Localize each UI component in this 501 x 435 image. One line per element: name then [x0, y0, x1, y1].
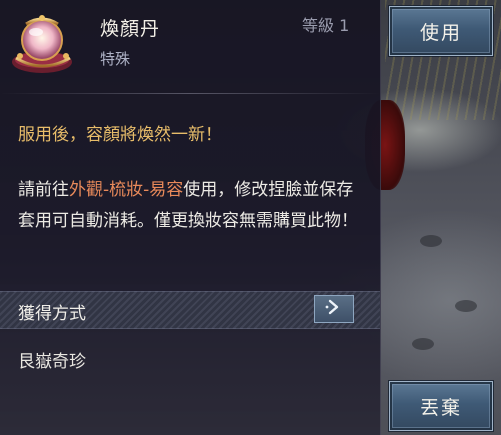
item-type: 特殊	[100, 50, 131, 68]
footprint	[420, 235, 442, 247]
description-text: 請前往	[18, 180, 69, 200]
item-level: 等級 1	[302, 16, 350, 35]
use-button[interactable]: 使用	[388, 5, 494, 57]
item-description: 請前往外觀-梳妝-易容使用，修改捏臉並保存套用可自動消耗。僅更換妝容無需購買此物…	[18, 175, 363, 237]
description-highlight-path: 外觀-梳妝-易容	[69, 180, 184, 200]
footprint	[412, 338, 434, 350]
obtain-source-text: 艮嶽奇珍	[18, 352, 86, 372]
discard-button[interactable]: 丟棄	[388, 380, 494, 432]
obtain-method-button[interactable]	[314, 295, 354, 323]
chevron-right-icon	[324, 298, 344, 320]
obtain-method-label: 獲得方式	[18, 304, 86, 324]
obtain-method-bar: 獲得方式	[0, 291, 380, 329]
pill-jar-icon	[8, 10, 78, 76]
footprint	[455, 300, 477, 312]
item-name: 煥顏丹	[100, 18, 161, 40]
header-divider	[0, 93, 380, 94]
item-tooltip-panel: 煥顏丹 特殊 等級 1 服用後，容顏將煥然一新！ 請前往外觀-梳妝-易容使用，修…	[0, 0, 381, 435]
item-effect-text: 服用後，容顏將煥然一新！	[18, 125, 222, 145]
